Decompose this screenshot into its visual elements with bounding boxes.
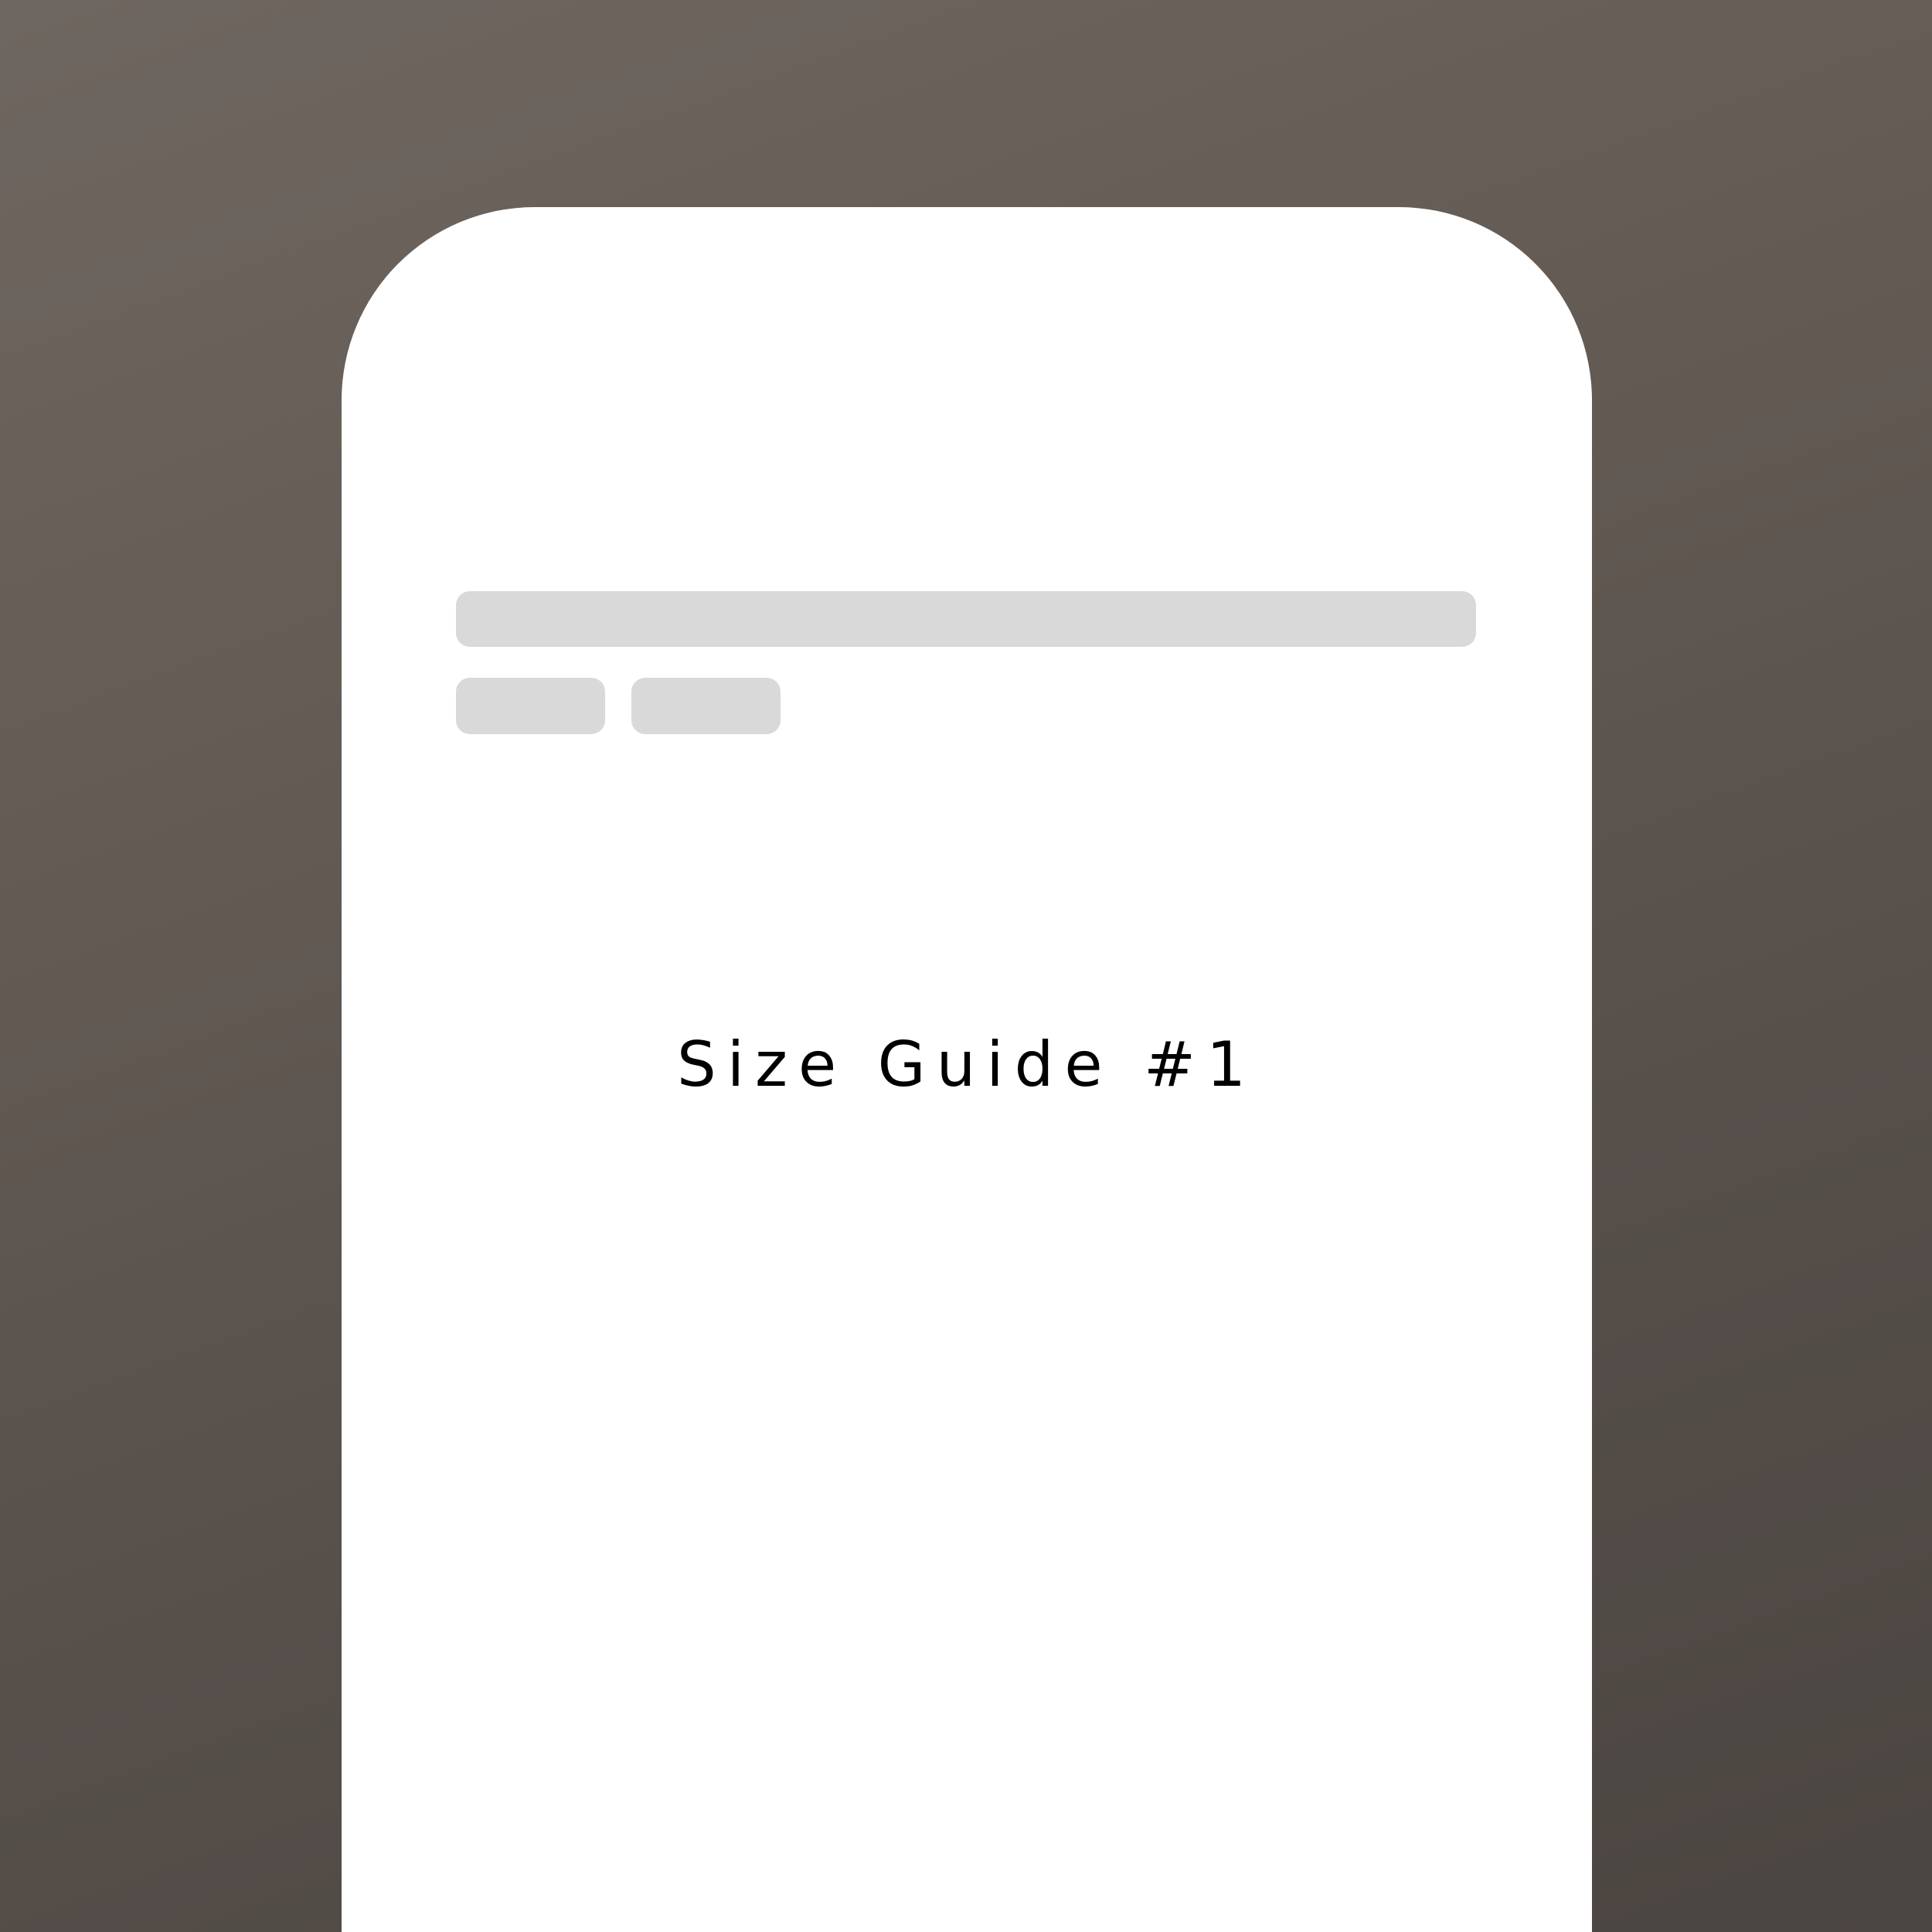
phone-screen: Size Guide #1 xyxy=(342,207,1592,1932)
page-title: Size Guide #1 xyxy=(677,1029,1257,1100)
skeleton-chip-placeholder xyxy=(456,678,605,734)
skeleton-chip-placeholder xyxy=(631,678,781,734)
skeleton-title-placeholder xyxy=(456,591,1476,647)
